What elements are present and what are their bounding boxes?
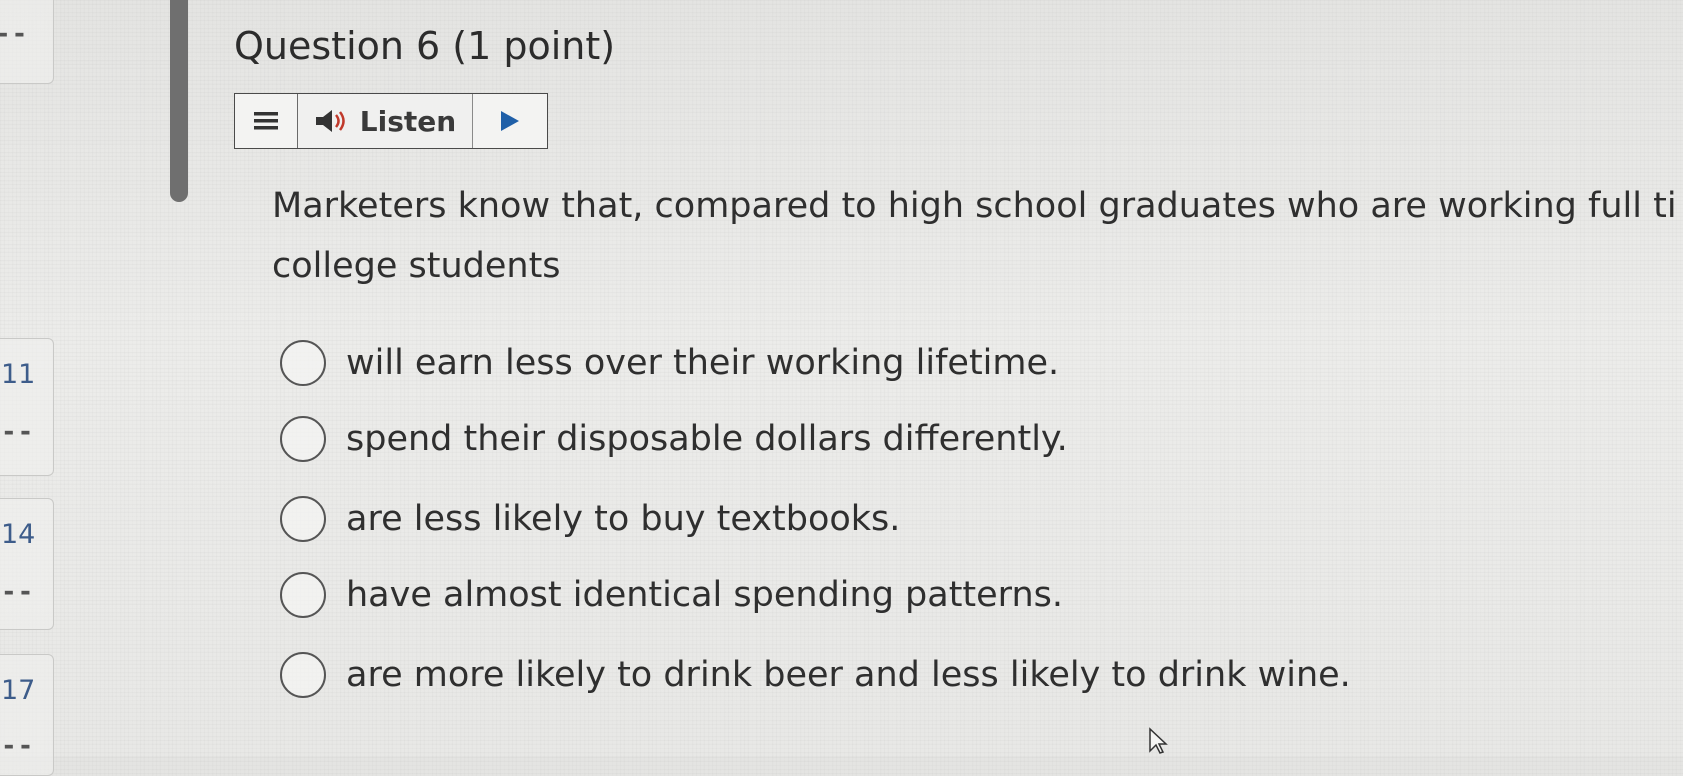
nav-status-dash: -- bbox=[1, 417, 35, 447]
question-nav-item-17[interactable]: 17 -- bbox=[0, 654, 54, 776]
question-nav-item[interactable]: -- bbox=[0, 0, 54, 84]
listen-button[interactable]: Listen bbox=[298, 94, 473, 148]
option-label: are more likely to drink beer and less l… bbox=[346, 655, 1351, 695]
answer-option[interactable]: are less likely to buy textbooks. bbox=[280, 492, 900, 546]
option-label: will earn less over their working lifeti… bbox=[346, 343, 1060, 383]
radio-button[interactable] bbox=[280, 652, 326, 698]
radio-button[interactable] bbox=[280, 416, 326, 462]
option-label: are less likely to buy textbooks. bbox=[346, 499, 901, 539]
nav-number: 14 bbox=[1, 519, 36, 550]
answer-option[interactable]: are more likely to drink beer and less l… bbox=[280, 648, 1351, 702]
question-navigator: -- 11 -- 14 -- 17 -- bbox=[0, 0, 60, 776]
answer-option[interactable]: will earn less over their working lifeti… bbox=[280, 336, 1059, 390]
prompt-line-1: Marketers know that, compared to high sc… bbox=[272, 186, 1677, 226]
answer-option[interactable]: have almost identical spending patterns. bbox=[280, 568, 1063, 622]
scrollbar-thumb[interactable] bbox=[170, 0, 188, 202]
radio-button[interactable] bbox=[280, 572, 326, 618]
nav-status-dash: -- bbox=[0, 19, 29, 49]
option-label: spend their disposable dollars different… bbox=[346, 419, 1068, 459]
nav-number: 17 bbox=[1, 675, 36, 706]
listen-label: Listen bbox=[359, 104, 457, 138]
question-nav-item-14[interactable]: 14 -- bbox=[0, 498, 54, 630]
speaker-icon bbox=[315, 110, 345, 132]
answer-option[interactable]: spend their disposable dollars different… bbox=[280, 412, 1068, 466]
radio-button[interactable] bbox=[280, 496, 326, 542]
nav-number: 11 bbox=[1, 359, 36, 390]
play-button[interactable] bbox=[473, 94, 547, 148]
option-label: have almost identical spending patterns. bbox=[346, 575, 1064, 615]
question-prompt: Marketers know that, compared to high sc… bbox=[272, 176, 1683, 296]
nav-status-dash: -- bbox=[1, 577, 35, 607]
play-icon bbox=[501, 111, 519, 131]
question-nav-item-11[interactable]: 11 -- bbox=[0, 338, 54, 476]
question-title: Question 6 (1 point) bbox=[234, 24, 616, 68]
listen-toolbar: Listen bbox=[234, 93, 548, 149]
prompt-line-2: college students bbox=[272, 246, 561, 286]
radio-button[interactable] bbox=[280, 340, 326, 386]
hamburger-menu-icon bbox=[254, 112, 278, 130]
mouse-cursor-icon bbox=[1149, 727, 1168, 754]
toolbar-menu-button[interactable] bbox=[235, 94, 298, 148]
